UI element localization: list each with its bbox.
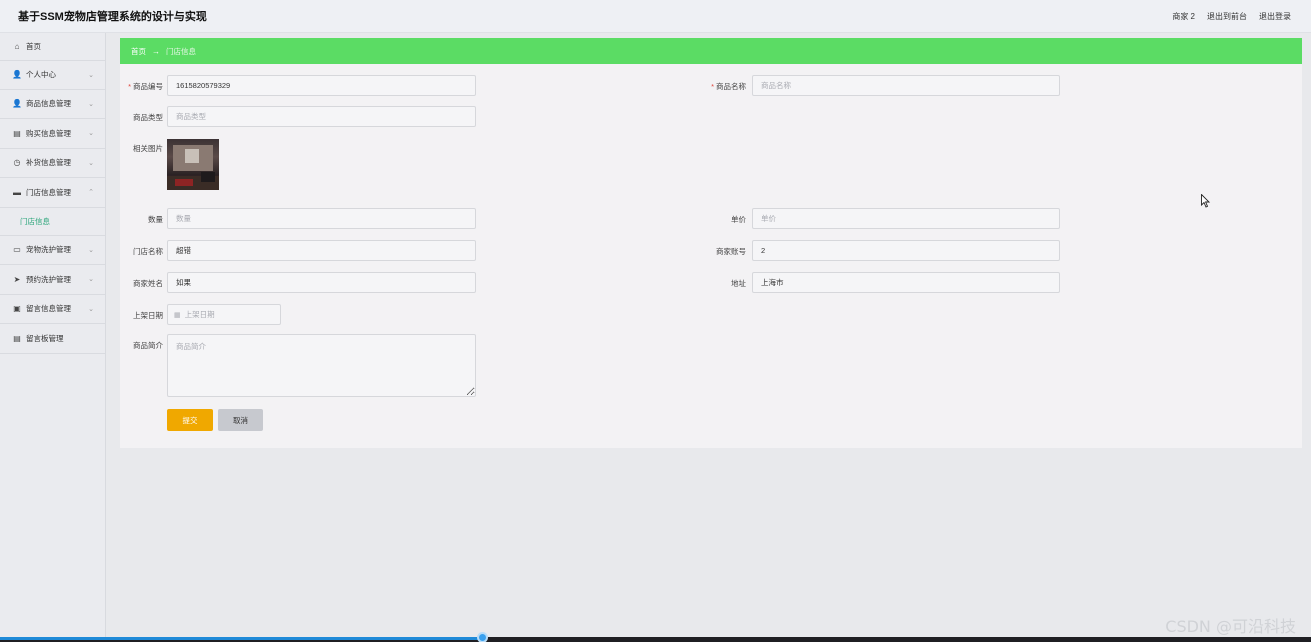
sidebar-item-label: 预约洗护管理 xyxy=(26,274,71,284)
product-no-field[interactable] xyxy=(167,75,476,96)
breadcrumb-home[interactable]: 首页 xyxy=(131,46,146,57)
current-user[interactable]: 商家 2 xyxy=(1172,11,1195,22)
app-title: 基于SSM宠物店管理系统的设计与实现 xyxy=(18,11,207,23)
watermark: CSDN @可沿科技 xyxy=(1165,617,1296,636)
chevron-down-icon: ⌄ xyxy=(88,276,94,284)
user-icon: 👤 xyxy=(12,70,22,80)
image-label: 相关图片 xyxy=(133,144,163,153)
sidebar-item-label: 门店信息管理 xyxy=(26,187,71,197)
send-icon: ➤ xyxy=(13,274,21,284)
chevron-down-icon: ⌄ xyxy=(88,71,94,79)
breadcrumb-current: 门店信息 xyxy=(166,46,196,56)
top-header: 基于SSM宠物店管理系统的设计与实现 商家 2 退出到前台 退出登录 xyxy=(0,0,1311,33)
sidebar-item-home[interactable]: ⌂ 首页 xyxy=(0,33,105,60)
merchant-name-field[interactable] xyxy=(167,272,476,293)
message-icon: ▬ xyxy=(13,187,21,197)
edit-form: *商品编号 *商品名称 商品类型 相关图片 数量 单价 门店名称 商家账号 商家… xyxy=(120,64,1302,448)
video-progress-fill xyxy=(0,637,482,640)
listing-date-label: 上架日期 xyxy=(133,311,163,320)
sidebar-item-label: 补货信息管理 xyxy=(26,158,71,168)
sidebar: ⌂ 首页 👤 个人中心 ⌄ 👤 商品信息管理 ⌄ ▤ 购买信息管理 ⌄ ◷ 补货… xyxy=(0,33,106,642)
back-to-front-link[interactable]: 退出到前台 xyxy=(1207,11,1247,22)
sidebar-item-store-info[interactable]: ▬ 门店信息管理 ⌃ xyxy=(0,178,105,208)
logout-link[interactable]: 退出登录 xyxy=(1259,11,1291,22)
chevron-down-icon: ⌄ xyxy=(88,159,94,167)
chevron-down-icon: ⌄ xyxy=(88,305,94,313)
header-actions: 商家 2 退出到前台 退出登录 xyxy=(1172,11,1291,22)
sidebar-item-label: 商品信息管理 xyxy=(26,99,71,109)
price-label: 单价 xyxy=(731,215,746,224)
sidebar-item-label: 留言板管理 xyxy=(26,333,64,343)
clipboard-icon: ▤ xyxy=(13,333,21,343)
listing-date-input[interactable] xyxy=(184,310,275,319)
clock-icon: ◷ xyxy=(13,158,21,168)
submenu-item-store-info[interactable]: 门店信息 xyxy=(0,208,105,236)
address-field[interactable] xyxy=(752,272,1060,293)
merchant-account-label: 商家账号 xyxy=(716,247,746,256)
video-progress-handle[interactable] xyxy=(477,632,488,642)
sidebar-item-purchase-info[interactable]: ▤ 购买信息管理 ⌄ xyxy=(0,119,105,149)
sidebar-item-pet-care[interactable]: ▭ 宠物洗护管理 ⌄ xyxy=(0,236,105,265)
sidebar-item-label: 首页 xyxy=(26,42,41,51)
chevron-down-icon: ⌄ xyxy=(88,246,94,254)
sidebar-item-care-booking[interactable]: ➤ 预约洗护管理 ⌄ xyxy=(0,265,105,295)
sidebar-item-restock-info[interactable]: ◷ 补货信息管理 ⌄ xyxy=(0,149,105,178)
price-field[interactable] xyxy=(752,208,1060,229)
product-name-field[interactable] xyxy=(752,75,1060,96)
breadcrumb-separator: → xyxy=(152,46,160,56)
chevron-down-icon: ⌄ xyxy=(88,100,94,108)
user-icon: 👤 xyxy=(12,99,22,109)
sidebar-item-message-board[interactable]: ▤ 留言板管理 xyxy=(0,324,105,354)
chevron-up-icon: ⌃ xyxy=(88,189,94,197)
mouse-cursor-icon xyxy=(1201,194,1211,208)
address-label: 地址 xyxy=(731,279,746,288)
product-type-field[interactable] xyxy=(167,106,476,127)
sidebar-item-label: 购买信息管理 xyxy=(26,128,71,138)
listing-date-picker[interactable]: ▦ xyxy=(167,304,281,325)
store-name-label: 门店名称 xyxy=(133,247,163,256)
cart-icon: ▣ xyxy=(13,304,21,314)
calendar-icon: ▦ xyxy=(174,311,181,319)
product-image[interactable] xyxy=(167,139,219,190)
sidebar-item-label: 宠物洗护管理 xyxy=(26,245,71,255)
merchant-account-field[interactable] xyxy=(752,240,1060,261)
breadcrumb: 首页 → 门店信息 xyxy=(120,38,1302,64)
sidebar-item-label: 个人中心 xyxy=(26,70,56,80)
submenu-item-label: 门店信息 xyxy=(20,216,50,226)
quantity-label: 数量 xyxy=(148,215,163,224)
sidebar-item-label: 留言信息管理 xyxy=(26,304,71,314)
card-icon: ▭ xyxy=(13,245,21,255)
quantity-field[interactable] xyxy=(167,208,476,229)
intro-label: 商品简介 xyxy=(133,341,163,350)
chevron-down-icon: ⌄ xyxy=(88,130,94,138)
cancel-button[interactable]: 取消 xyxy=(218,409,263,431)
store-name-field[interactable] xyxy=(167,240,476,261)
product-no-label: * 商品编号 xyxy=(128,82,163,91)
sidebar-item-message-info[interactable]: ▣ 留言信息管理 ⌄ xyxy=(0,295,105,324)
sidebar-item-product-info[interactable]: 👤 商品信息管理 ⌄ xyxy=(0,90,105,119)
sidebar-item-personal-center[interactable]: 👤 个人中心 ⌄ xyxy=(0,60,105,90)
merchant-name-label: 商家姓名 xyxy=(133,279,163,288)
intro-textarea[interactable] xyxy=(167,334,476,397)
product-name-label: * 商品名称 xyxy=(711,82,746,91)
clipboard-icon: ▤ xyxy=(13,128,21,138)
product-type-label: 商品类型 xyxy=(133,113,163,122)
submit-button[interactable]: 提交 xyxy=(167,409,213,431)
home-icon: ⌂ xyxy=(14,42,20,51)
